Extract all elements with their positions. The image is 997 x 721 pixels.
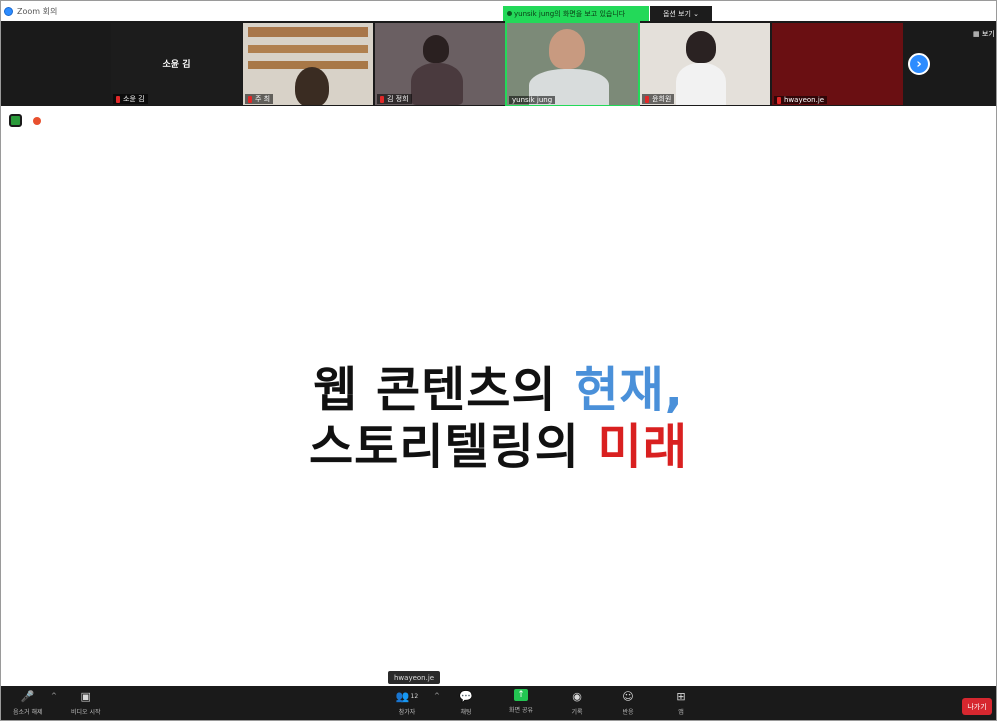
- participant-name-tag: yunsik jung: [509, 96, 556, 104]
- participant-name-tag: 주 최: [245, 94, 274, 104]
- audio-options-chevron-icon[interactable]: ^: [51, 692, 57, 700]
- participant-name: 주 최: [255, 95, 271, 103]
- start-video-label: 비디오 시작: [71, 709, 101, 716]
- participants-count: 12: [410, 692, 419, 700]
- slide-text-black: 웹 콘텐츠의: [313, 362, 575, 418]
- window-title: Zoom 회의: [17, 6, 58, 16]
- reactions-label: 반응: [622, 709, 634, 716]
- slide-text-blue: 현재,: [574, 362, 684, 418]
- participant-avatar: [295, 67, 329, 105]
- participant-name-tag: 김 정희: [377, 94, 412, 104]
- share-notice-text: yunsik jung의 화면을 보고 있습니다: [514, 9, 626, 18]
- share-screen-label: 화면 공유: [509, 707, 533, 714]
- mic-muted-icon: [248, 95, 252, 103]
- zoom-window: Zoom 회의 yunsik jung의 화면을 보고 있습니다 옵션 보기 ⌄…: [0, 0, 997, 721]
- participants-label: 참가자: [398, 709, 416, 716]
- grid-icon: ▦: [973, 30, 980, 38]
- shared-screen: 웹 콘텐츠의 현재, 스토리텔링의 미래 hwayeon.je: [1, 106, 996, 686]
- participant-avatar: [549, 29, 585, 69]
- participant-name-tag: 윤희원: [642, 94, 675, 104]
- microphone-muted-icon: 🎤: [20, 689, 35, 703]
- view-options-button[interactable]: 옵션 보기 ⌄: [650, 6, 712, 21]
- security-shield-icon[interactable]: [9, 114, 22, 127]
- recording-indicator-icon: [33, 117, 41, 125]
- next-page-button[interactable]: ›: [908, 53, 930, 75]
- mic-muted-icon: [380, 95, 384, 103]
- share-screen-icon: ↑: [514, 689, 528, 701]
- participant-name: 윤희원: [652, 95, 672, 103]
- participant-name: hwayeon.je: [784, 96, 825, 104]
- slide-title-line1: 웹 콘텐츠의 현재,: [1, 363, 996, 417]
- participant-avatar: [423, 35, 449, 63]
- participant-body: [411, 63, 463, 105]
- participant-name: 김 정희: [387, 95, 409, 103]
- chat-button[interactable]: 💬 채팅: [459, 689, 473, 717]
- participant-name: 소윤 김: [123, 95, 145, 103]
- participant-tile-active-speaker[interactable]: yunsik jung: [505, 21, 640, 107]
- apps-label: 앱: [678, 709, 684, 716]
- participant-body: [676, 63, 726, 105]
- participants-icon: 👥 12: [395, 689, 419, 703]
- participant-video-strip: 소윤 김 소윤 김 주 최 김 정희 yunsik jung 윤희원 hwaye…: [1, 21, 996, 107]
- record-icon: ◉: [572, 689, 582, 703]
- mic-muted-icon: [645, 95, 649, 103]
- participant-tile[interactable]: 소윤 김 소윤 김: [111, 23, 242, 105]
- background-shelf: [248, 27, 368, 37]
- participant-tile[interactable]: hwayeon.je: [772, 23, 903, 105]
- chevron-right-icon: ›: [916, 56, 922, 72]
- title-bar: Zoom 회의: [1, 1, 996, 21]
- slide-title-line2: 스토리텔링의 미래: [1, 420, 996, 474]
- participant-name: yunsik jung: [512, 96, 553, 104]
- participant-avatar: [686, 31, 716, 63]
- mic-muted-icon: [116, 95, 120, 103]
- unmute-button[interactable]: 🎤 음소거 해제: [13, 689, 43, 717]
- share-indicator-icon: [507, 11, 512, 16]
- participant-center-name: 소윤 김: [162, 60, 191, 70]
- video-off-icon: ▣: [80, 689, 91, 703]
- view-toggle-label: 보기: [981, 30, 995, 38]
- participant-tile[interactable]: 김 정희: [375, 23, 505, 105]
- reactions-button[interactable]: ☺ 반응: [621, 689, 635, 717]
- shared-screen-owner-tag: hwayeon.je: [388, 671, 441, 684]
- screen-share-notice: yunsik jung의 화면을 보고 있습니다: [503, 6, 649, 21]
- participant-name-tag: 소윤 김: [113, 94, 148, 104]
- apps-button[interactable]: ⊞ 앱: [674, 689, 688, 717]
- mic-muted-icon: [777, 96, 781, 104]
- chat-label: 채팅: [460, 709, 472, 716]
- apps-icon: ⊞: [676, 689, 686, 703]
- view-toggle-button[interactable]: ▦ 보기: [973, 29, 995, 39]
- chat-icon: 💬: [459, 689, 473, 703]
- start-video-button[interactable]: ▣ 비디오 시작: [71, 689, 101, 717]
- participants-options-chevron-icon[interactable]: ^: [434, 692, 440, 700]
- background-shelf: [248, 45, 368, 53]
- slide-text-black: 스토리텔링의: [309, 419, 598, 475]
- meeting-toolbar: 🎤 음소거 해제 ^ ▣ 비디오 시작 👥 12 참가자 ^ 💬 채팅 ↑ 화면 …: [1, 686, 996, 720]
- zoom-logo-icon: [4, 6, 13, 16]
- reactions-icon: ☺: [622, 689, 634, 703]
- unmute-label: 음소거 해제: [13, 709, 43, 716]
- participant-tile[interactable]: 윤희원: [640, 23, 770, 105]
- share-screen-button[interactable]: ↑ 화면 공유: [509, 689, 533, 714]
- slide-text-red: 미래: [597, 419, 688, 475]
- participant-name-tag: hwayeon.je: [774, 96, 828, 104]
- record-label: 기록: [571, 709, 583, 716]
- record-button[interactable]: ◉ 기록: [570, 689, 584, 717]
- participants-button[interactable]: 👥 12 참가자: [394, 689, 420, 717]
- leave-meeting-button[interactable]: 나가기: [962, 698, 992, 715]
- participant-tile[interactable]: 주 최: [243, 23, 373, 105]
